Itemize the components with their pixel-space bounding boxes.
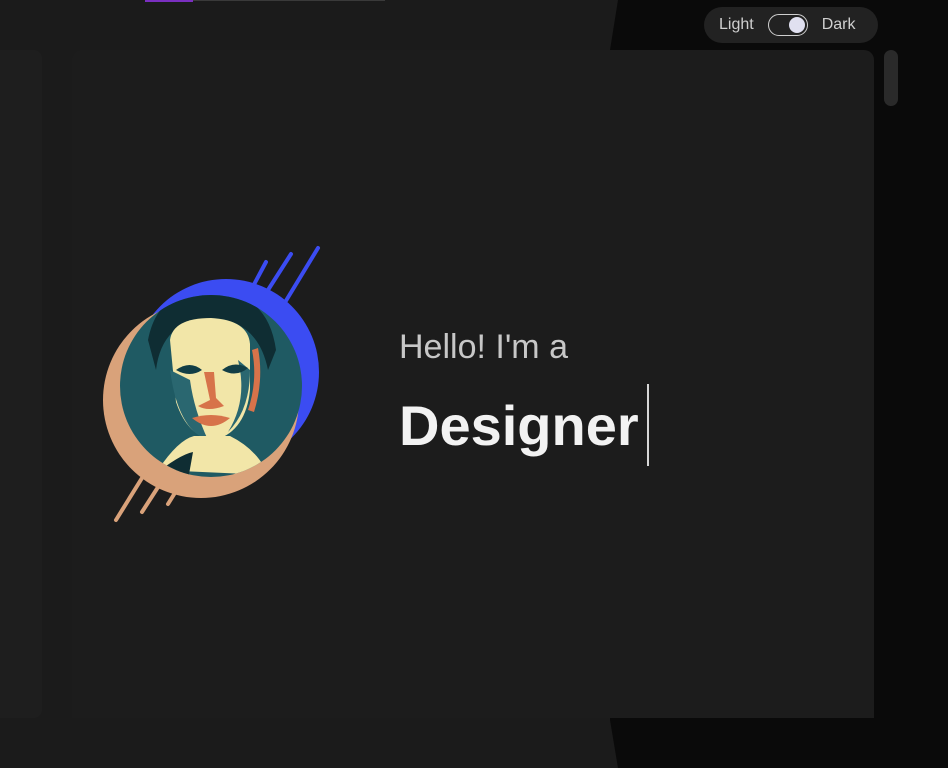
- theme-toggle[interactable]: [767, 14, 808, 36]
- hero-role: Designer: [399, 384, 649, 466]
- toggle-knob[interactable]: [788, 16, 805, 33]
- theme-switch[interactable]: Light Dark: [704, 7, 878, 43]
- avatar: [98, 240, 328, 530]
- top-nav-active-indicator: [145, 0, 193, 2]
- light-label[interactable]: Light: [719, 16, 754, 34]
- hero-greeting: Hello! I'm a: [399, 328, 568, 366]
- top-nav-divider: [193, 0, 385, 1]
- typing-caret: [646, 384, 649, 466]
- scrollbar-thumb[interactable]: [884, 50, 898, 106]
- avatar-graphic: [103, 246, 320, 522]
- role-text: Designer: [399, 393, 639, 457]
- page: Light Dark Hello! I'm a Designer: [0, 0, 948, 768]
- dark-label[interactable]: Dark: [822, 16, 856, 34]
- side-panel: [0, 50, 42, 718]
